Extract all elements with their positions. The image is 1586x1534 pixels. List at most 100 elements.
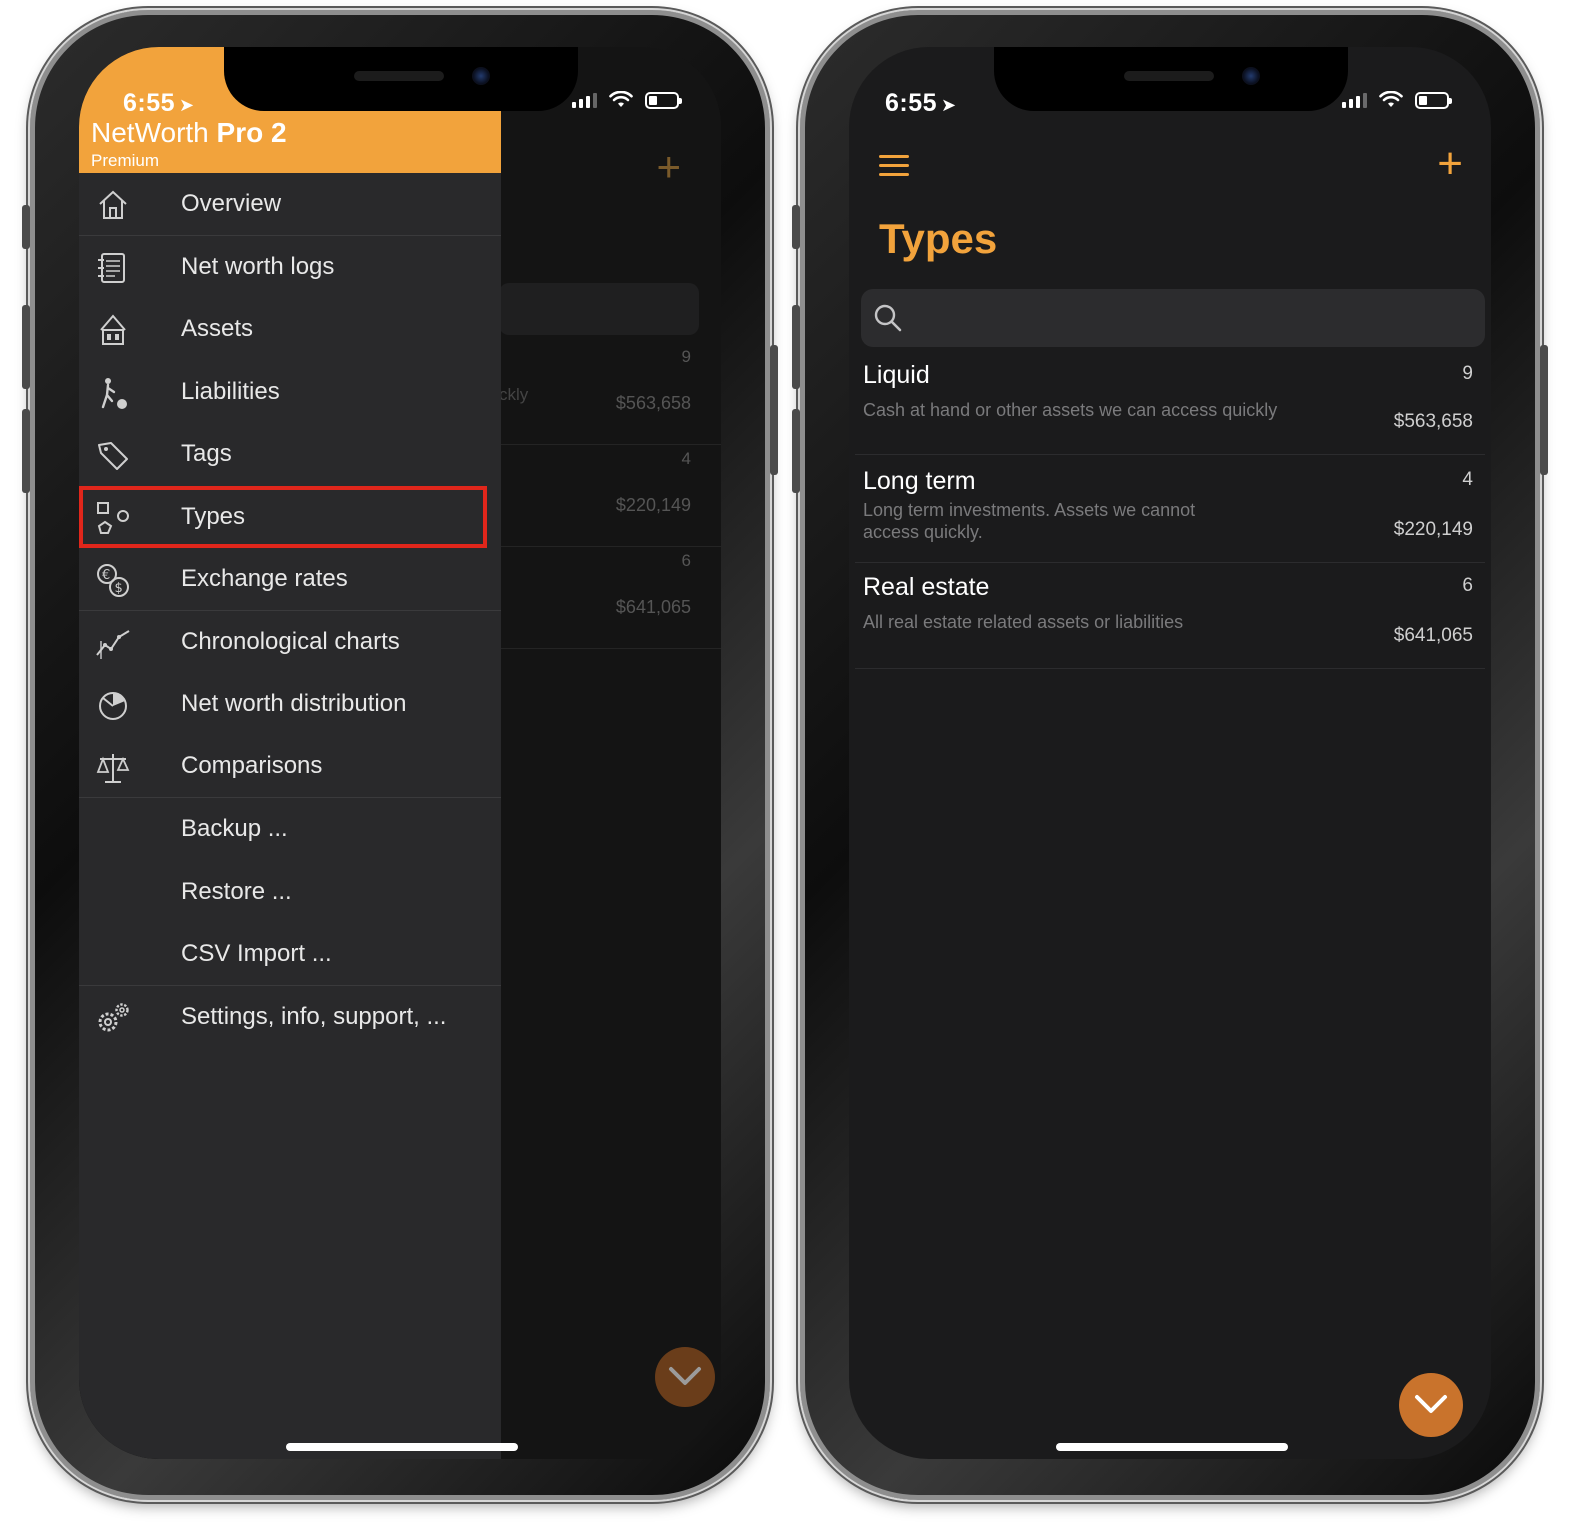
navigation-drawer: NetWorth Pro 2 Premium Overview Net wort… [79,47,501,1459]
tag-icon [98,442,128,470]
chevron-down-icon [1415,1395,1447,1413]
ball-chain-icon [101,377,127,409]
menu-item-csv-import[interactable]: CSV Import ... [79,923,501,986]
notch [994,47,1348,111]
wifi-icon [609,91,633,107]
location-arrow-icon: ➤ [941,95,957,115]
volume-down-button [792,409,800,493]
type-description: Cash at hand or other assets we can acce… [863,400,1278,420]
signal-icon [1342,92,1367,108]
screen-right: 6:55 ➤ + Types Liquid 9 Cash at hand or o… [849,47,1491,1459]
type-description: Long term investments. Assets we cannot … [863,500,1196,542]
menu-item-label: Restore ... [181,877,292,905]
background-row-count: 4 [681,449,691,468]
menu-item-tags[interactable]: Tags [79,423,501,486]
page-title: Types [879,215,998,262]
type-amount: $641,065 [1393,625,1473,646]
phone-right: 6:55 ➤ + Types Liquid 9 Cash at hand or o… [792,10,1548,1500]
wifi-icon [1379,91,1403,107]
background-row-amount: $563,658 [615,393,691,413]
background-row-count: 6 [681,551,691,570]
type-name: Long term [863,467,976,495]
type-row-long-term[interactable]: Long term 4 Long term investments. Asset… [855,459,1485,563]
menu-item-net-worth-logs[interactable]: Net worth logs [79,236,501,299]
menu-item-restore[interactable]: Restore ... [79,861,501,924]
currency-exchange-icon: €$ [97,564,129,597]
chevron-down-icon [669,1367,701,1385]
app-name: NetWorth Pro 2 [91,117,287,148]
menu-item-backup[interactable]: Backup ... [79,798,501,861]
menu-item-comparisons[interactable]: Comparisons [79,736,501,798]
background-row-text: ckly [499,385,529,404]
side-button [770,345,778,475]
menu-item-exchange-rates[interactable]: € $ Exchange rates [79,548,501,611]
balance-scale-icon [96,753,130,783]
signal-icon [572,92,597,108]
menu-item-label: Settings, info, support, ... [181,1002,447,1030]
volume-down-button [22,409,30,493]
type-name: Real estate [863,573,990,601]
search-icon [874,304,902,332]
home-indicator[interactable] [286,1443,518,1451]
mute-switch [792,205,800,249]
background-search [499,283,699,335]
background-row-amount: $220,149 [615,495,691,515]
drawer-menu: Overview Net worth logs Assets Liabiliti… [79,173,501,1048]
notch [224,47,578,111]
menu-item-label: Chronological charts [181,627,400,655]
menu-item-label: Net worth distribution [181,690,407,718]
menu-item-chronological-charts[interactable]: Chronological charts [79,611,501,674]
menu-item-label: Liabilities [181,377,280,405]
menu-item-label: Types [181,502,246,530]
type-description: All real estate related assets or liabil… [863,612,1184,632]
type-row-liquid[interactable]: Liquid 9 Cash at hand or other assets we… [855,353,1485,455]
type-name: Liquid [863,361,930,389]
menu-item-label: Tags [181,440,232,468]
svg-text:$: $ [115,581,123,596]
app-tier: Premium [91,151,160,170]
phone-left: 6:55 ➤ + ckly 9 $563,658 4 $220,149 6 $64… [22,10,778,1500]
volume-up-button [792,305,800,389]
status-icons [572,91,682,109]
menu-item-label: Overview [181,189,282,217]
menu-item-label: CSV Import ... [181,939,332,967]
type-count: 4 [1462,469,1473,490]
home-indicator[interactable] [1056,1443,1288,1451]
background-fab [655,1347,715,1407]
type-amount: $220,149 [1393,519,1473,540]
side-button [1540,345,1548,475]
plus-icon: + [656,143,681,190]
background-row: ckly 9 $563,658 [499,343,721,445]
type-count: 6 [1462,575,1473,596]
menu-item-overview[interactable]: Overview [79,173,501,236]
status-icons [1342,91,1452,109]
search-input[interactable] [861,289,1485,347]
location-arrow-icon: ➤ [179,95,195,115]
add-type-button[interactable]: + [1437,139,1463,189]
status-time: 6:55 ➤ [123,89,195,117]
background-row-amount: $641,065 [615,597,691,617]
gears-icon [98,1002,129,1031]
menu-item-label: Assets [181,315,254,343]
type-amount: $563,658 [1393,411,1473,432]
menu-item-liabilities[interactable]: Liabilities [79,361,501,424]
house-assets-icon [100,314,126,345]
mute-switch [22,205,30,249]
background-row-count: 9 [681,347,691,366]
pie-chart-icon [99,692,127,720]
background-row: 6 $641,065 [499,547,721,649]
type-row-real-estate[interactable]: Real estate 6 All real estate related as… [855,565,1485,669]
background-row: 4 $220,149 [499,445,721,547]
menu-item-net-worth-distribution[interactable]: Net worth distribution [79,673,501,736]
menu-item-label: Comparisons [181,752,323,780]
battery-icon [1415,91,1452,109]
menu-item-label: Net worth logs [181,252,335,280]
menu-item-label: Exchange rates [181,564,348,592]
scroll-down-button[interactable] [1399,1373,1463,1437]
volume-up-button [22,305,30,389]
menu-item-assets[interactable]: Assets [79,298,501,361]
menu-item-types[interactable]: Types [79,485,487,548]
home-icon [99,190,127,219]
menu-icon[interactable] [879,155,911,177]
menu-item-settings[interactable]: Settings, info, support, ... [79,986,501,1049]
